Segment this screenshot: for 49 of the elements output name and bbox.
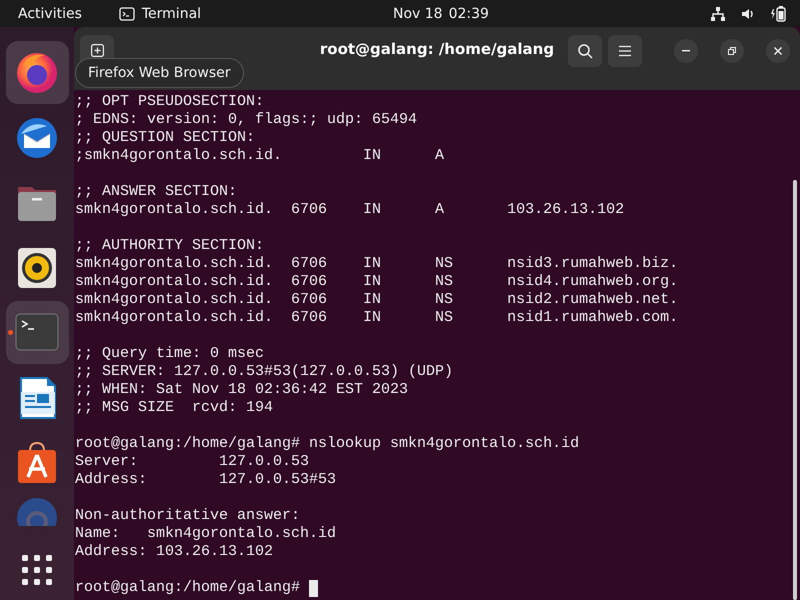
network-icon[interactable]	[710, 6, 726, 22]
close-icon	[773, 46, 783, 56]
app-menu-label[interactable]: Terminal	[142, 6, 202, 22]
search-button[interactable]	[568, 34, 602, 66]
terminal-line: Address: 127.0.0.53#53	[75, 471, 336, 489]
terminal-icon	[118, 6, 135, 20]
dock-item[interactable]	[6, 41, 68, 104]
terminal-line: ;; MSG SIZE rcvd: 194	[75, 399, 274, 417]
scrollbar[interactable]	[793, 180, 797, 600]
globe-icon[interactable]	[15, 50, 59, 94]
terminal-line: ;; QUESTION SECTION:	[75, 129, 256, 147]
terminal-line: ; EDNS: version: 0, flags:; udp: 65494	[75, 111, 418, 129]
terminal-line: smkn4gorontalo.sch.id. 6706 IN NS nsid1.rumahweb.com.	[75, 309, 678, 327]
shopping-bag-icon[interactable]	[15, 440, 59, 484]
terminal-line: smkn4gorontalo.sch.id. 6706 IN A 103.26.13.102	[75, 201, 624, 219]
terminal-line: root@galang:/home/galang# nslookup smkn4gorontalo.sch.id	[75, 435, 580, 453]
terminal-line: ;; SERVER: 127.0.0.53#53(127.0.0.53) (UDP)	[75, 363, 454, 381]
terminal-line: ;; Query time: 0 msec	[75, 345, 264, 363]
terminal-line: Non-authoritative answer:	[75, 507, 300, 525]
terminal-line: ;; WHEN: Sat Nov 18 02:36:42 EST 2023	[75, 381, 408, 399]
mail-icon[interactable]	[15, 116, 59, 160]
app-grid-icon[interactable]	[22, 555, 52, 585]
terminal-line: ;; OPT PSEUDOSECTION:	[75, 93, 264, 111]
time-label[interactable]: 02:39	[448, 6, 489, 22]
terminal-line: ;; ANSWER SECTION:	[75, 183, 238, 201]
tooltip: Firefox Web Browser	[75, 58, 244, 88]
search-icon	[577, 42, 593, 58]
battery-icon[interactable]	[770, 4, 786, 22]
terminal-line: smkn4gorontalo.sch.id. 6706 IN NS nsid3.rumahweb.biz.	[75, 255, 678, 273]
terminal-line: ;; AUTHORITY SECTION:	[75, 237, 264, 255]
window-title: root@galang: /home/galang	[320, 40, 554, 58]
speaker-icon[interactable]	[15, 246, 59, 290]
menu-icon	[618, 44, 632, 56]
new-tab-icon	[90, 44, 104, 57]
menu-button[interactable]	[608, 34, 642, 66]
maximize-button[interactable]	[720, 38, 744, 62]
terminal-line: Name: smkn4gorontalo.sch.id	[75, 525, 336, 543]
minimize-button[interactable]	[674, 38, 698, 62]
close-button[interactable]	[766, 38, 790, 62]
terminal-line: smkn4gorontalo.sch.id. 6706 IN NS nsid2.rumahweb.net.	[75, 291, 678, 309]
terminal-line: ;smkn4gorontalo.sch.id. IN A	[75, 147, 444, 165]
activities-button[interactable]: Activities	[18, 6, 82, 22]
terminal-line: Address: 103.26.13.102	[75, 543, 274, 561]
date-label[interactable]: Nov 18	[393, 6, 443, 22]
restore-icon	[727, 46, 737, 56]
terminal-line: smkn4gorontalo.sch.id. 6706 IN NS nsid4.rumahweb.org.	[75, 273, 678, 291]
terminal-prompt: root@galang:/home/galang#	[75, 579, 302, 597]
minimize-icon	[682, 50, 690, 52]
terminal-line: Server: 127.0.0.53	[75, 453, 310, 471]
